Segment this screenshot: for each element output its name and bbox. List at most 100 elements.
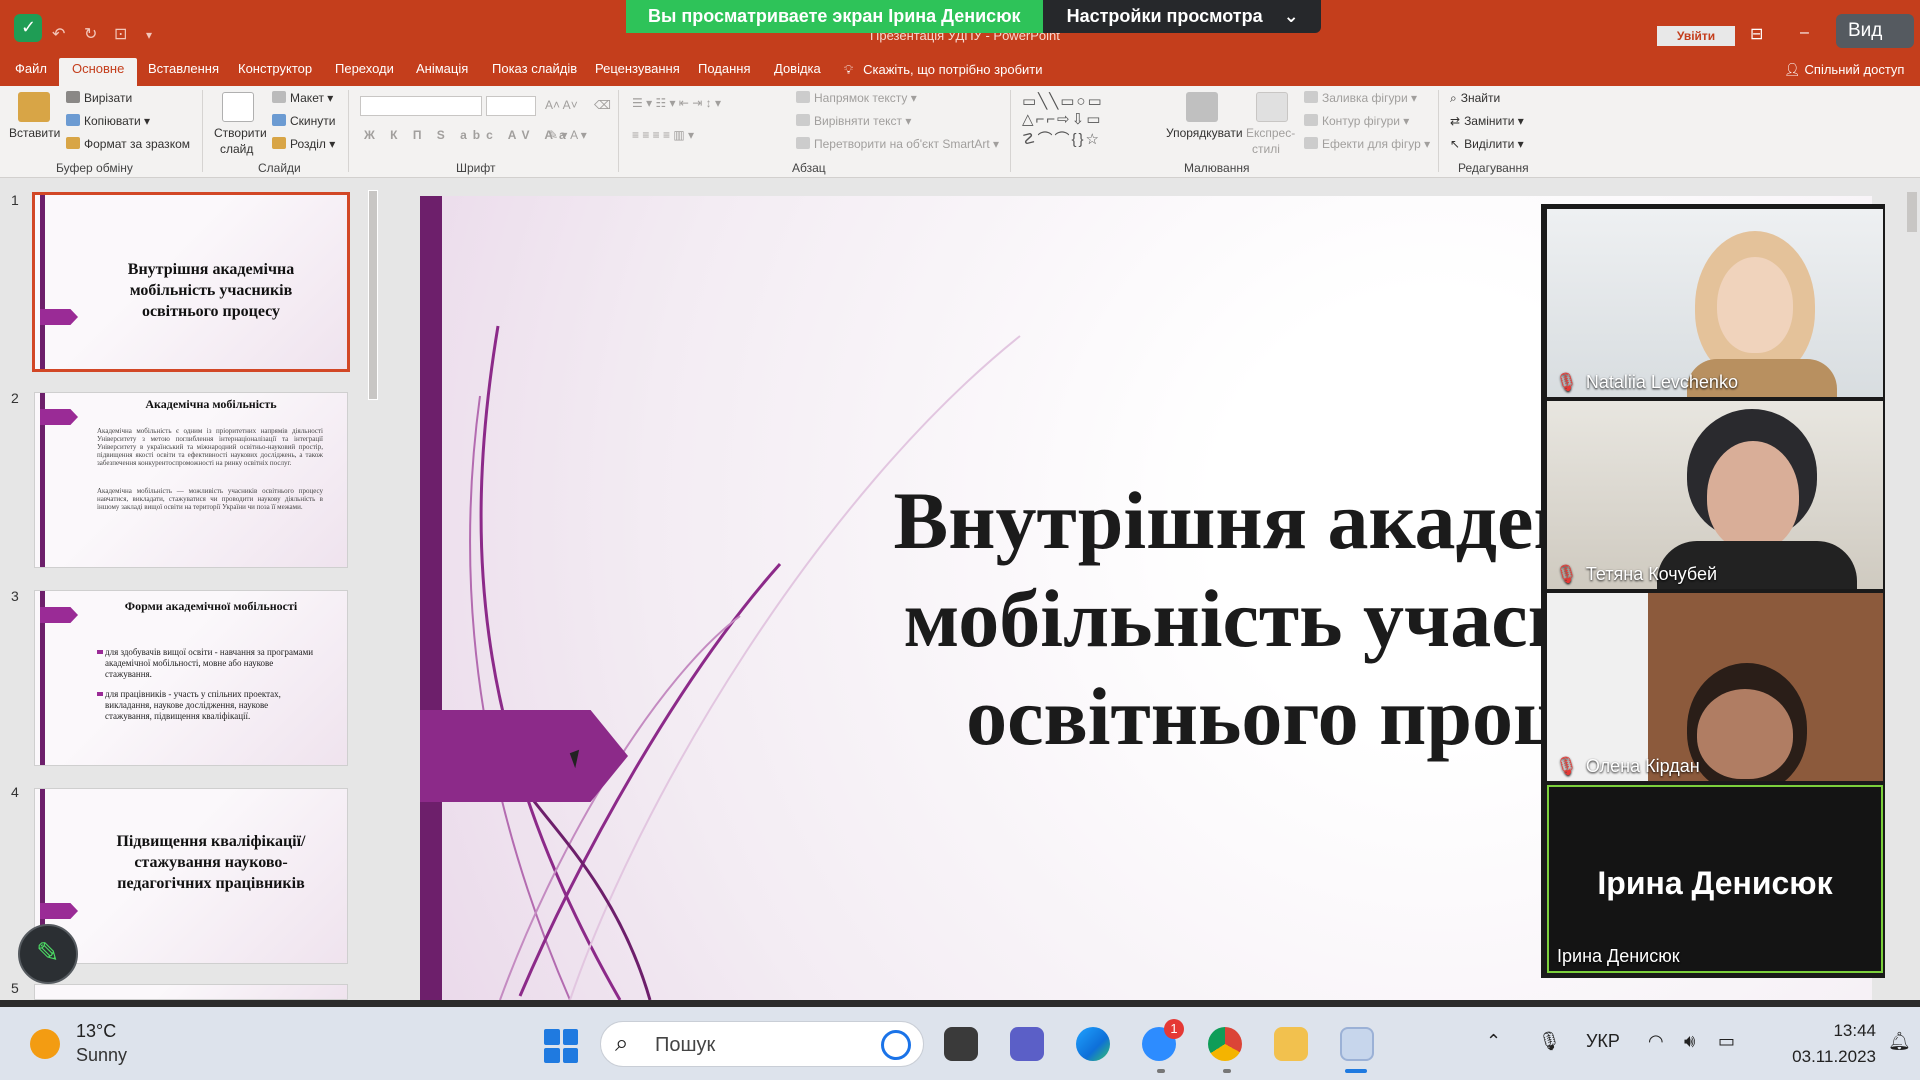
slide-thumbnail-5[interactable] bbox=[34, 984, 348, 1000]
snipping-tool-icon[interactable] bbox=[1340, 1027, 1374, 1061]
tab-file[interactable]: Файл bbox=[2, 58, 60, 86]
quick-styles-button[interactable]: Експрес- bbox=[1246, 126, 1295, 140]
clock-time[interactable]: 13:44 bbox=[1780, 1021, 1876, 1041]
tab-home[interactable]: Основне bbox=[59, 58, 138, 86]
paste-icon[interactable] bbox=[18, 92, 50, 122]
text-direction-label: Напрямок тексту bbox=[814, 91, 908, 105]
font-size-select[interactable] bbox=[486, 96, 536, 116]
share-button[interactable]: 👤︎ Спільний доступ bbox=[1784, 62, 1904, 78]
slide-scrollbar[interactable] bbox=[1904, 178, 1920, 1000]
ribbon-display-options-icon[interactable]: ⊟ bbox=[1750, 24, 1763, 44]
align-buttons[interactable]: ≡ ≡ ≡ ≡ ▥ ▾ bbox=[632, 128, 694, 142]
notifications-icon[interactable]: 🔔︎ bbox=[1888, 1031, 1911, 1052]
chrome-icon[interactable] bbox=[1208, 1027, 1242, 1061]
bing-icon[interactable] bbox=[881, 1030, 911, 1060]
tab-animations[interactable]: Анімація bbox=[403, 58, 481, 86]
annotate-pen-button[interactable] bbox=[18, 924, 78, 984]
find-button[interactable]: ⌕ Знайти bbox=[1450, 91, 1500, 106]
tab-slide-show[interactable]: Показ слайдів bbox=[479, 58, 590, 86]
shape-outline-label: Контур фігури bbox=[1322, 114, 1400, 128]
participant-tile-4[interactable]: Ірина Денисюк Ірина Денисюк bbox=[1547, 785, 1883, 973]
sun-icon[interactable] bbox=[30, 1029, 60, 1059]
format-painter-button[interactable]: Формат за зразком bbox=[66, 137, 190, 151]
clear-formatting-icon[interactable]: ⌫ bbox=[594, 98, 611, 112]
increase-font-icon[interactable]: A˄ A˅ bbox=[545, 98, 578, 112]
chevron-up-icon[interactable]: ⌃ bbox=[1486, 1031, 1501, 1052]
share-label: Спільний доступ bbox=[1804, 62, 1905, 77]
slide-accent-bar bbox=[420, 196, 442, 1000]
tab-view[interactable]: Подання bbox=[685, 58, 764, 86]
new-slide-label: слайд bbox=[220, 142, 254, 156]
new-slide-icon[interactable] bbox=[222, 92, 254, 122]
paste-button[interactable]: Вставити bbox=[9, 126, 60, 140]
start-button[interactable] bbox=[544, 1029, 578, 1063]
microphone-icon[interactable]: 🎙︎ bbox=[1538, 1031, 1561, 1052]
font-family-select[interactable] bbox=[360, 96, 482, 116]
copy-button[interactable]: Копіювати ▾ bbox=[66, 114, 150, 128]
tell-me-search[interactable]: 💡︎ Скажіть, що потрібно зробити bbox=[844, 62, 1043, 78]
clock-date[interactable]: 03.11.2023 bbox=[1766, 1047, 1876, 1067]
minimize-icon[interactable]: – bbox=[1800, 24, 1809, 42]
task-view-icon[interactable] bbox=[944, 1027, 978, 1061]
wifi-icon[interactable]: ◠ bbox=[1648, 1031, 1664, 1052]
redo-icon[interactable]: ↻ bbox=[84, 24, 97, 44]
cut-button[interactable]: Вирізати bbox=[66, 91, 132, 105]
weather-condition[interactable]: Sunny bbox=[76, 1045, 127, 1066]
security-shield-icon[interactable] bbox=[14, 14, 42, 42]
tab-transitions[interactable]: Переходи bbox=[322, 58, 407, 86]
view-options-button[interactable]: Настройки просмотра ⌄ bbox=[1042, 0, 1321, 33]
tab-insert[interactable]: Вставлення bbox=[135, 58, 232, 86]
scroll-thumb[interactable] bbox=[368, 190, 378, 400]
active-indicator bbox=[1345, 1069, 1367, 1073]
layout-button[interactable]: Макет ▾ bbox=[272, 91, 333, 105]
new-slide-button[interactable]: Створити bbox=[214, 126, 267, 140]
slide-thumbnail-2[interactable]: Академічна мобільність Академічна мобіль… bbox=[34, 392, 348, 568]
highlight-color-icon[interactable]: ✎ ▾ A ▾ bbox=[548, 128, 587, 142]
sign-in-button[interactable]: Увійти bbox=[1657, 26, 1735, 46]
align-text-button[interactable]: Вирівняти текст ▾ bbox=[796, 114, 911, 128]
taskbar-search[interactable]: ⌕ Пошук bbox=[600, 1021, 924, 1067]
participant-tile-1[interactable]: 🎙︎ Nataliia Levchenko bbox=[1547, 209, 1883, 397]
volume-icon[interactable]: 🔊︎ bbox=[1684, 1031, 1695, 1052]
tab-design[interactable]: Конструктор bbox=[225, 58, 325, 86]
shape-outline-button[interactable]: Контур фігури ▾ bbox=[1304, 114, 1409, 128]
text-direction-button[interactable]: Напрямок тексту ▾ bbox=[796, 91, 917, 105]
select-button[interactable]: ↖ Виділити ▾ bbox=[1450, 137, 1524, 151]
slide-thumbnail-3[interactable]: Форми академічної мобільності для здобув… bbox=[34, 590, 348, 766]
input-language[interactable]: УКР bbox=[1586, 1031, 1620, 1052]
customize-toolbar-icon[interactable]: ▾ bbox=[146, 28, 152, 42]
tab-review[interactable]: Рецензування bbox=[582, 58, 693, 86]
start-from-beginning-icon[interactable]: ⊡ bbox=[114, 24, 127, 44]
weather-temperature[interactable]: 13°C bbox=[76, 1021, 116, 1042]
file-explorer-icon[interactable] bbox=[1274, 1027, 1308, 1061]
edge-icon[interactable] bbox=[1076, 1027, 1110, 1061]
zoom-view-button[interactable]: Вид bbox=[1836, 14, 1914, 48]
text-format-buttons[interactable]: Ж К П S abc AV Aa bbox=[364, 128, 572, 142]
slide-thumbnail-1[interactable]: Внутрішня академічна мобільність учасник… bbox=[32, 192, 350, 372]
arrange-button[interactable]: Упорядкувати bbox=[1166, 126, 1243, 140]
arrange-icon[interactable] bbox=[1186, 92, 1218, 122]
replace-button[interactable]: ⇄ Замінити ▾ bbox=[1450, 114, 1524, 128]
scroll-thumb[interactable] bbox=[1907, 192, 1917, 232]
shapes-gallery[interactable]: ▭╲╲▭○▭ △⌐⌐⇨⇩▭ ☡⌒⌒{}☆ bbox=[1022, 92, 1104, 149]
smartart-button[interactable]: Перетворити на об'єкт SmartArt ▾ bbox=[796, 137, 999, 151]
undo-icon[interactable]: ↶ bbox=[52, 24, 65, 44]
shape-fill-button[interactable]: Заливка фігури ▾ bbox=[1304, 91, 1417, 105]
scissors-icon bbox=[66, 91, 80, 103]
participant-name: 🎙︎ Тетяна Кочубей bbox=[1555, 564, 1717, 585]
list-buttons[interactable]: ☰ ▾ ☷ ▾ ⇤ ⇥ ↕ ▾ bbox=[632, 96, 721, 110]
section-button[interactable]: Розділ ▾ bbox=[272, 137, 335, 151]
thumbnail-scrollbar[interactable] bbox=[366, 182, 380, 1000]
windows-logo-icon bbox=[544, 1047, 560, 1063]
participant-tile-3[interactable]: 🎙︎ Олена Кірдан bbox=[1547, 593, 1883, 781]
reset-button[interactable]: Скинути bbox=[272, 114, 335, 128]
battery-icon[interactable]: ▭ bbox=[1718, 1031, 1735, 1052]
quick-styles-icon[interactable] bbox=[1256, 92, 1288, 122]
smartart-label: Перетворити на об'єкт SmartArt bbox=[814, 137, 990, 151]
shape-effects-button[interactable]: Ефекти для фігур ▾ bbox=[1304, 137, 1430, 151]
thumb-body-text: Академічна мобільність є одним із пріори… bbox=[97, 427, 323, 467]
tab-help[interactable]: Довідка bbox=[761, 58, 834, 86]
teams-icon[interactable] bbox=[1010, 1027, 1044, 1061]
slide-thumbnail-4[interactable]: Підвищення кваліфікації/стажування науко… bbox=[34, 788, 348, 964]
participant-tile-2[interactable]: 🎙︎ Тетяна Кочубей bbox=[1547, 401, 1883, 589]
